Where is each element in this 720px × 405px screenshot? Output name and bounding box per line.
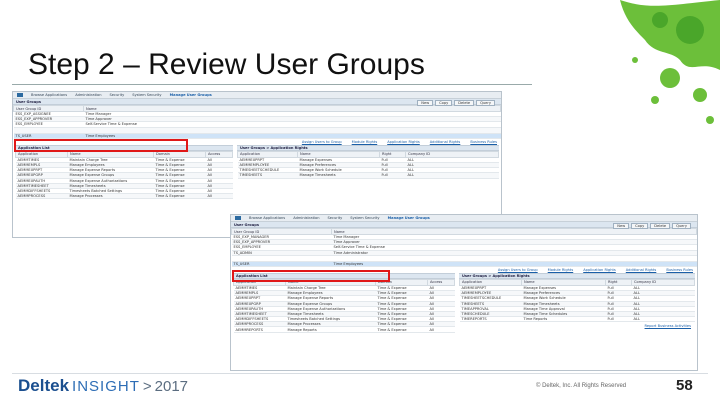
copyright-text: © Deltek, Inc. All Rights Reserved: [536, 383, 627, 389]
nav-item[interactable]: Security: [327, 216, 342, 220]
cell: AEMMREPORTS: [233, 326, 286, 333]
application-rights-panel: User Groups > Application Rights Applica…: [459, 272, 695, 333]
cell: TS_USER: [231, 261, 332, 267]
link-application-rights[interactable]: Application Rights: [583, 268, 616, 272]
cell: Manage Processes: [67, 193, 154, 200]
delete-button[interactable]: Delete: [650, 223, 671, 229]
app-nav-bar: Browse Applications Administration Secur…: [13, 92, 501, 99]
cell: TS_USER: [13, 133, 84, 139]
screenshot-user-groups-2: Browse Applications Administration Secur…: [230, 214, 698, 371]
brand-name: Deltek: [18, 376, 70, 395]
nav-item[interactable]: System Security: [350, 216, 379, 220]
toolbar: New Copy Delete Query: [417, 100, 495, 106]
cell: ALL: [405, 172, 499, 179]
title-divider: [12, 84, 532, 85]
cell: TIMEREPORTS: [459, 316, 522, 323]
cell: ALL: [631, 316, 695, 323]
app-logo-icon: [235, 216, 241, 220]
user-groups-table: User Group ID Name ESS_EXP_MANAGER Time M…: [231, 228, 697, 267]
link-additional-rights[interactable]: Additional Rights: [430, 140, 461, 144]
cell: Time & Expense: [375, 326, 428, 333]
table-row-selected[interactable]: TS_USER Time Employees: [13, 133, 501, 139]
user-groups-table: User Group ID Name ESS_EXP_ASSIGNEE Time …: [13, 105, 501, 139]
application-list-table: Application Name Domain Access AEMMTIMES…: [233, 278, 455, 333]
link-assign-users[interactable]: Assign Users to Group: [302, 140, 342, 144]
nav-item-active[interactable]: Manage User Groups: [388, 216, 430, 220]
nav-item[interactable]: Administration: [293, 216, 319, 220]
link-business-rules[interactable]: Business Rules: [666, 268, 693, 272]
footer-divider: [12, 373, 708, 374]
subpanels: Application List Application Name Domain…: [13, 144, 501, 200]
table-row[interactable]: AEMMPROCESS Manage Processes Time & Expens…: [15, 193, 233, 200]
brand-separator: >: [142, 378, 152, 395]
link-additional-rights[interactable]: Additional Rights: [626, 268, 657, 272]
cell: Time Employees: [83, 133, 501, 139]
cell: TIMESHEETS: [237, 172, 298, 179]
cell: All: [205, 193, 233, 200]
highlight-box: [232, 270, 390, 282]
nav-item[interactable]: Administration: [75, 93, 101, 97]
query-button[interactable]: Query: [672, 223, 691, 229]
nav-item[interactable]: Security: [109, 93, 124, 97]
delete-button[interactable]: Delete: [454, 100, 475, 106]
page-number: 58: [676, 377, 693, 394]
cell: AEMMPROCESS: [15, 193, 68, 200]
link-application-rights[interactable]: Application Rights: [387, 140, 420, 144]
nav-item[interactable]: System Security: [132, 93, 161, 97]
cell: Manage Timesheets: [297, 172, 380, 179]
link-module-rights[interactable]: Module Rights: [352, 140, 378, 144]
query-button[interactable]: Query: [476, 100, 495, 106]
table-row-selected[interactable]: TS_USER Time Employees: [231, 261, 697, 267]
product-name: INSIGHT: [72, 378, 140, 395]
link-module-rights[interactable]: Module Rights: [548, 268, 574, 272]
link-assign-users[interactable]: Assign Users to Group: [498, 268, 538, 272]
highlight-box: [14, 139, 188, 152]
toolbar: New Copy Delete Query: [613, 223, 691, 229]
cell: Full: [379, 172, 406, 179]
new-button[interactable]: New: [417, 100, 434, 106]
copy-button[interactable]: Copy: [631, 223, 649, 229]
application-rights-table: Application Name Right Company ID AEMMEX…: [459, 278, 695, 323]
application-list-panel: Application List Application Name Domain…: [15, 144, 233, 200]
nav-item[interactable]: Browse Applications: [31, 93, 67, 97]
application-list-table: Application Name Domain Access AEMMTIMES…: [15, 150, 233, 200]
table-row[interactable]: TIMEREPORTS Time Reports Full ALL: [459, 316, 695, 323]
copy-button[interactable]: Copy: [435, 100, 453, 106]
nav-item-active[interactable]: Manage User Groups: [170, 93, 212, 97]
nav-item[interactable]: Browse Applications: [249, 216, 285, 220]
slide-title: Step 2 – Review User Groups: [28, 48, 425, 81]
table-row[interactable]: TIMESHEETS Manage Timesheets Full ALL: [237, 172, 499, 179]
cell: Manage Reports: [285, 326, 376, 333]
app-nav-bar: Browse Applications Administration Secur…: [231, 215, 697, 222]
brand-year: 2017: [154, 378, 189, 395]
link-business-rules[interactable]: Business Rules: [470, 140, 497, 144]
cell: Time Reports: [521, 316, 606, 323]
table-row[interactable]: AEMMREPORTS Manage Reports Time & Expense A…: [233, 326, 455, 333]
app-logo-icon: [17, 93, 23, 97]
paint-splash-decoration: [620, 0, 720, 124]
deltek-insight-logo: Deltek INSIGHT > 2017: [18, 376, 188, 396]
cell: Time Employees: [331, 261, 697, 267]
cell: All: [427, 326, 455, 333]
report-link[interactable]: Report Business Activities: [459, 322, 695, 330]
cell: Time & Expense: [153, 193, 206, 200]
application-rights-panel: User Groups > Application Rights Applica…: [237, 144, 499, 200]
application-rights-table: Application Name Right Company ID AEMMEX…: [237, 150, 499, 179]
cell: Full: [605, 316, 632, 323]
new-button[interactable]: New: [613, 223, 630, 229]
